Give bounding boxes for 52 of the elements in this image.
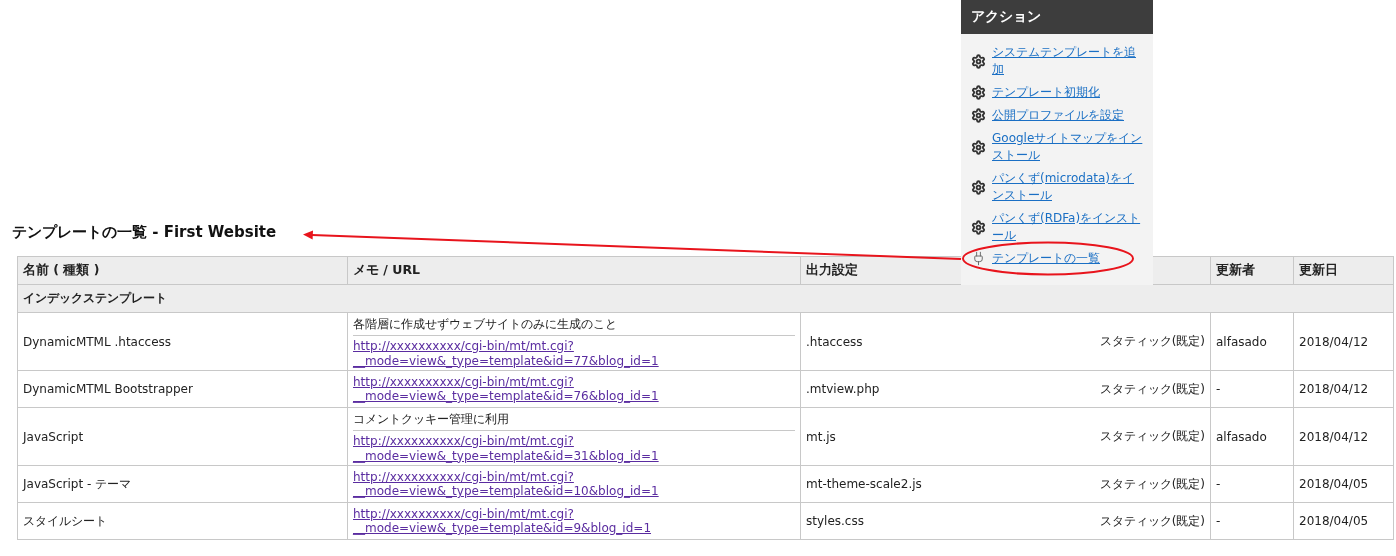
output-file: .mtview.php <box>806 382 880 396</box>
output-file: styles.css <box>806 514 864 528</box>
action-link[interactable]: 公開プロファイルを設定 <box>992 107 1144 124</box>
action-link[interactable]: パンくず(microdata)をインストール <box>992 170 1144 204</box>
template-link[interactable]: http://xxxxxxxxxx/cgi-bin/mt/mt.cgi?__mode=view&_type=template&id=31&blog_id=1 <box>353 434 795 463</box>
memo-text: 各階層に作成せずウェブサイトのみに生成のこと <box>353 315 795 336</box>
date-cell: 2018/04/12 <box>1293 407 1394 466</box>
output-file: mt-theme-scale2.js <box>806 477 922 491</box>
memo-text: コメントクッキー管理に利用 <box>353 410 795 431</box>
template-link[interactable]: http://xxxxxxxxxx/cgi-bin/mt/mt.cgi?__mode=view&_type=template&id=9&blog_id=1 <box>353 506 795 536</box>
publish-type: スタティック(既定) <box>1099 333 1205 350</box>
gear-icon <box>971 219 986 235</box>
column-header: 更新者 <box>1210 256 1294 285</box>
output-file: .htaccess <box>806 334 863 349</box>
action-link[interactable]: システムテンプレートを追加 <box>992 44 1144 78</box>
gear-icon <box>971 53 986 69</box>
gear-icon <box>971 179 986 195</box>
column-header: 名前 ( 種類 ) <box>17 256 348 285</box>
template-name-cell: スタイルシート <box>17 502 348 540</box>
publish-type: スタティック(既定) <box>1099 512 1205 530</box>
template-name-cell: DynamicMTML Bootstrapper <box>17 370 348 408</box>
gear-icon <box>971 85 986 100</box>
author-cell: alfasado <box>1210 312 1294 371</box>
author-cell: - <box>1210 465 1294 503</box>
author-cell: - <box>1210 370 1294 408</box>
date-cell: 2018/04/12 <box>1293 312 1394 371</box>
gear-icon <box>971 139 986 155</box>
publish-type: スタティック(既定) <box>1099 475 1205 493</box>
plug-icon <box>971 251 986 266</box>
author-cell: - <box>1210 502 1294 540</box>
publish-type: スタティック(既定) <box>1099 428 1205 445</box>
actions-header: アクション <box>961 0 1153 34</box>
template-link[interactable]: http://xxxxxxxxxx/cgi-bin/mt/mt.cgi?__mode=view&_type=template&id=10&blog_id=1 <box>353 469 795 499</box>
action-link[interactable]: Googleサイトマップをインストール <box>992 130 1144 164</box>
action-link[interactable]: パンくず(RDFa)をインストール <box>992 210 1144 244</box>
column-header: メモ / URL <box>347 256 801 285</box>
group-row: インデックステンプレート <box>17 284 1394 313</box>
template-link[interactable]: http://xxxxxxxxxx/cgi-bin/mt/mt.cgi?__mode=view&_type=template&id=76&blog_id=1 <box>353 374 795 404</box>
date-cell: 2018/04/12 <box>1293 370 1394 408</box>
template-name-cell: JavaScript - テーマ <box>17 465 348 503</box>
author-cell: alfasado <box>1210 407 1294 466</box>
output-file: mt.js <box>806 429 836 444</box>
template-name-cell: JavaScript <box>17 407 348 466</box>
date-cell: 2018/04/05 <box>1293 502 1394 540</box>
page-title: テンプレートの一覧 - First Website <box>12 222 277 243</box>
date-cell: 2018/04/05 <box>1293 465 1394 503</box>
publish-type: スタティック(既定) <box>1099 380 1205 398</box>
column-header: 更新日 <box>1293 256 1394 285</box>
action-link[interactable]: テンプレート初期化 <box>992 84 1144 101</box>
template-name-cell: DynamicMTML .htaccess <box>17 312 348 371</box>
gear-icon <box>971 108 986 123</box>
template-link[interactable]: http://xxxxxxxxxx/cgi-bin/mt/mt.cgi?__mode=view&_type=template&id=77&blog_id=1 <box>353 339 795 368</box>
